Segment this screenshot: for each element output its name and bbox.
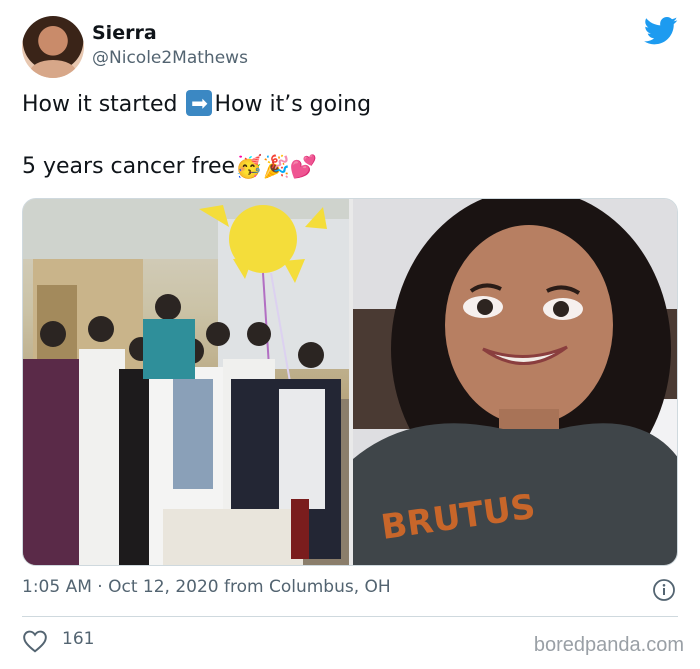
user-handle[interactable]: @Nicole2Mathews (92, 48, 248, 68)
hospital-group-illustration (23, 199, 349, 565)
tweet-text-started: How it started (22, 92, 178, 117)
tweet-text-cancer-free: 5 years cancer free (22, 154, 236, 179)
avatar-shoulders (30, 60, 76, 78)
tweet-text-line-2: 5 years cancer free🥳🎉💕 (22, 154, 317, 180)
selfie-illustration: BRUTUS (353, 199, 677, 565)
display-name[interactable]: Sierra (92, 22, 157, 44)
tweet-text-line-1: How it started ➡ How it’s going (22, 90, 372, 118)
party-face-icon: 🥳 (235, 154, 263, 180)
right-arrow-icon: ➡ (186, 90, 213, 116)
tweet-text-going: How it’s going (214, 92, 372, 117)
info-icon[interactable] (652, 578, 676, 602)
avatar[interactable] (22, 16, 84, 78)
tweet-timestamp[interactable]: 1:05 AM · Oct 12, 2020 from Columbus, OH (22, 577, 391, 597)
photo-hospital-group[interactable] (23, 199, 349, 565)
like-count[interactable]: 161 (62, 629, 94, 649)
heart-icon[interactable] (22, 629, 48, 653)
photo-selfie[interactable]: BRUTUS (353, 199, 677, 565)
divider (22, 616, 678, 617)
twitter-bird-icon[interactable] (644, 16, 678, 46)
tweet-media[interactable]: BRUTUS (22, 198, 678, 566)
two-hearts-icon: 💕 (289, 154, 318, 180)
watermark: boredpanda.com (533, 634, 684, 656)
party-popper-icon: 🎉 (262, 154, 290, 180)
